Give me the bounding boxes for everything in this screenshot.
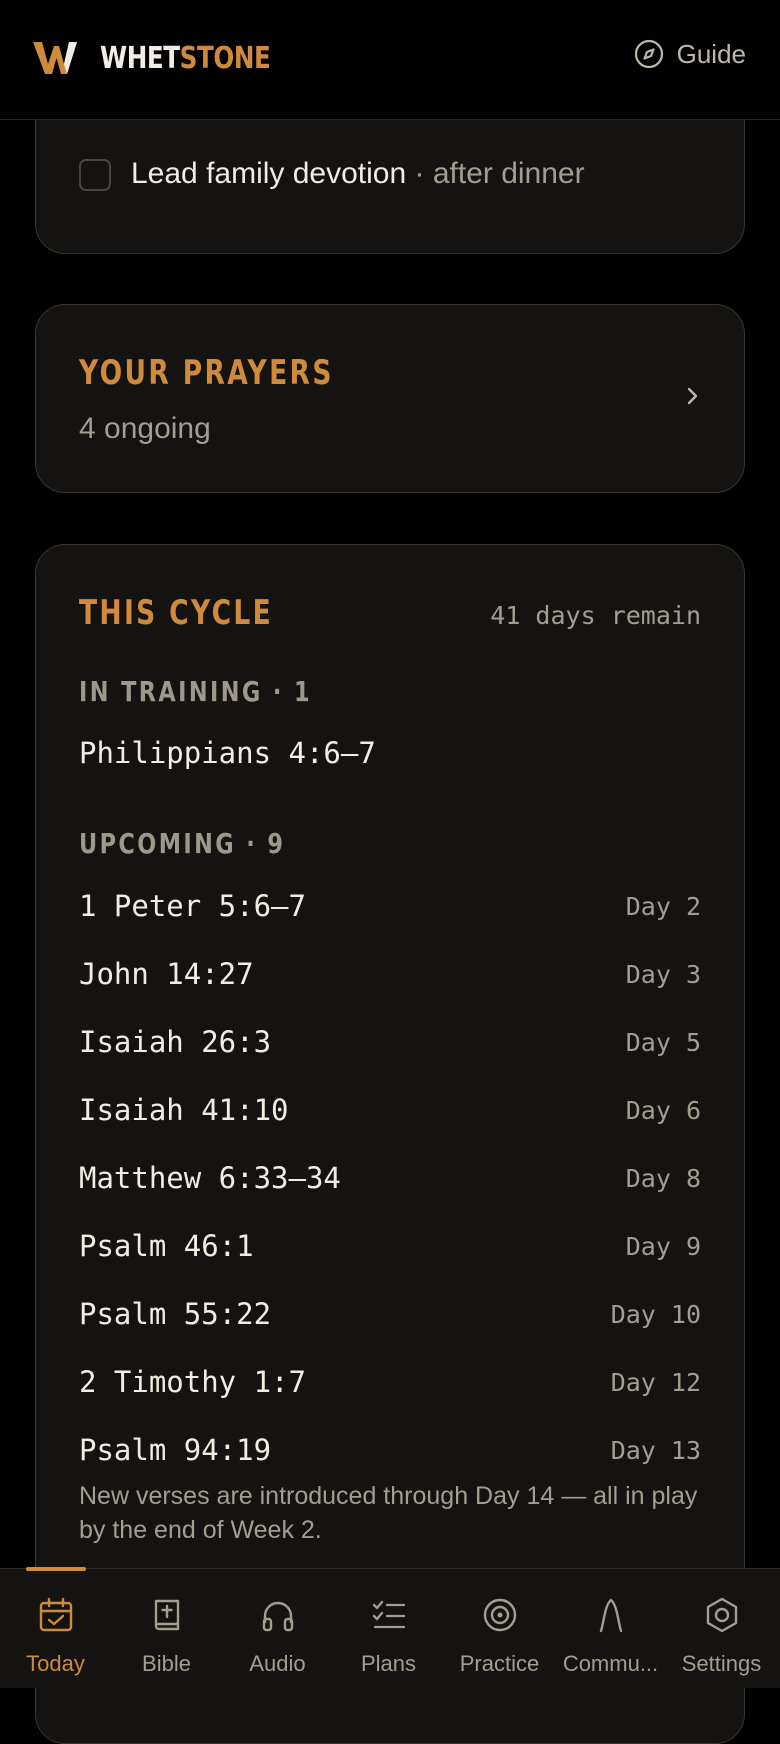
tab-plans[interactable]: Plans	[333, 1569, 444, 1689]
brand-part-1: WHET	[100, 41, 180, 76]
target-icon	[483, 1598, 516, 1632]
tab-label: Plans	[360, 1651, 417, 1676]
upcoming-verse[interactable]: 1 Peter 5:6–7	[79, 889, 306, 923]
upcoming-day: Day 13	[610, 1436, 701, 1465]
in-training-label: IN TRAINING · 1	[79, 675, 312, 708]
tab-label: Commu...	[562, 1651, 659, 1676]
bottom-tab-bar: Today Bible Audio Plans Practice Commu..…	[0, 1567, 780, 1689]
cycle-card: THIS CYCLE 41 days remain IN TRAINING · …	[35, 544, 745, 1744]
tab-label: Audio	[249, 1651, 306, 1676]
upcoming-day: Day 9	[625, 1232, 701, 1261]
training-verse[interactable]: Philippians 4:6–7	[79, 736, 376, 770]
upcoming-verse[interactable]: Psalm 46:1	[79, 1229, 254, 1263]
upcoming-day: Day 3	[625, 960, 701, 989]
upcoming-verse[interactable]: Isaiah 26:3	[79, 1025, 271, 1059]
upcoming-day: Day 12	[610, 1368, 701, 1397]
tab-label: Today	[26, 1651, 85, 1676]
upcoming-day: Day 6	[625, 1096, 701, 1125]
guide-button[interactable]: Guide	[633, 38, 746, 70]
community-icon	[599, 1598, 622, 1633]
app-header: WHETSTONE Guide	[0, 0, 780, 120]
tab-settings[interactable]: Settings	[666, 1569, 777, 1689]
task-item[interactable]: Lead family devotion · after dinner	[131, 157, 585, 191]
prayers-card[interactable]: YOUR PRAYERS 4 ongoing	[35, 304, 745, 493]
cycle-footnote: New verses are introduced through Day 14…	[79, 1482, 698, 1544]
tab-community[interactable]: Commu...	[555, 1569, 666, 1689]
upcoming-verse[interactable]: Isaiah 41:10	[79, 1093, 289, 1127]
chevron-right-icon	[687, 387, 698, 405]
calendar-check-icon	[39, 1597, 72, 1632]
task-label: Lead family devotion	[131, 157, 407, 190]
bible-icon	[154, 1599, 179, 1631]
upcoming-verse[interactable]: Psalm 94:19	[79, 1433, 271, 1467]
task-separator: ·	[406, 157, 433, 190]
tab-audio[interactable]: Audio	[222, 1569, 333, 1689]
headphones-icon	[262, 1601, 293, 1632]
guide-label: Guide	[676, 38, 746, 69]
whetstone-logo-icon	[33, 42, 77, 74]
brand-wordmark: WHETSTONE	[100, 41, 271, 76]
tab-label: Settings	[681, 1651, 762, 1676]
task-checkbox[interactable]	[79, 159, 111, 191]
tab-label: Bible	[142, 1651, 191, 1676]
task-when: after dinner	[432, 157, 585, 190]
settings-icon	[706, 1597, 737, 1633]
brand-part-2: STONE	[179, 41, 271, 76]
tab-today[interactable]: Today	[0, 1569, 111, 1689]
upcoming-verse[interactable]: 2 Timothy 1:7	[79, 1365, 306, 1399]
upcoming-label: UPCOMING · 9	[79, 827, 286, 860]
days-remain: 41 days remain	[490, 601, 701, 630]
upcoming-day: Day 2	[625, 892, 701, 921]
prayers-title: YOUR PRAYERS	[79, 353, 334, 393]
cycle-title: THIS CYCLE	[79, 593, 274, 633]
upcoming-verse[interactable]: John 14:27	[79, 957, 254, 991]
tab-bible[interactable]: Bible	[111, 1569, 222, 1689]
upcoming-day: Day 8	[625, 1164, 701, 1193]
prayers-count: 4 ongoing	[79, 412, 211, 445]
tab-label: Practice	[459, 1651, 540, 1676]
checklist-icon	[372, 1600, 405, 1629]
upcoming-day: Day 10	[610, 1300, 701, 1329]
tab-practice[interactable]: Practice	[444, 1569, 555, 1689]
upcoming-day: Day 5	[625, 1028, 701, 1057]
compass-icon	[634, 39, 663, 69]
upcoming-verse[interactable]: Matthew 6:33–34	[79, 1161, 341, 1195]
upcoming-verse[interactable]: Psalm 55:22	[79, 1297, 271, 1331]
